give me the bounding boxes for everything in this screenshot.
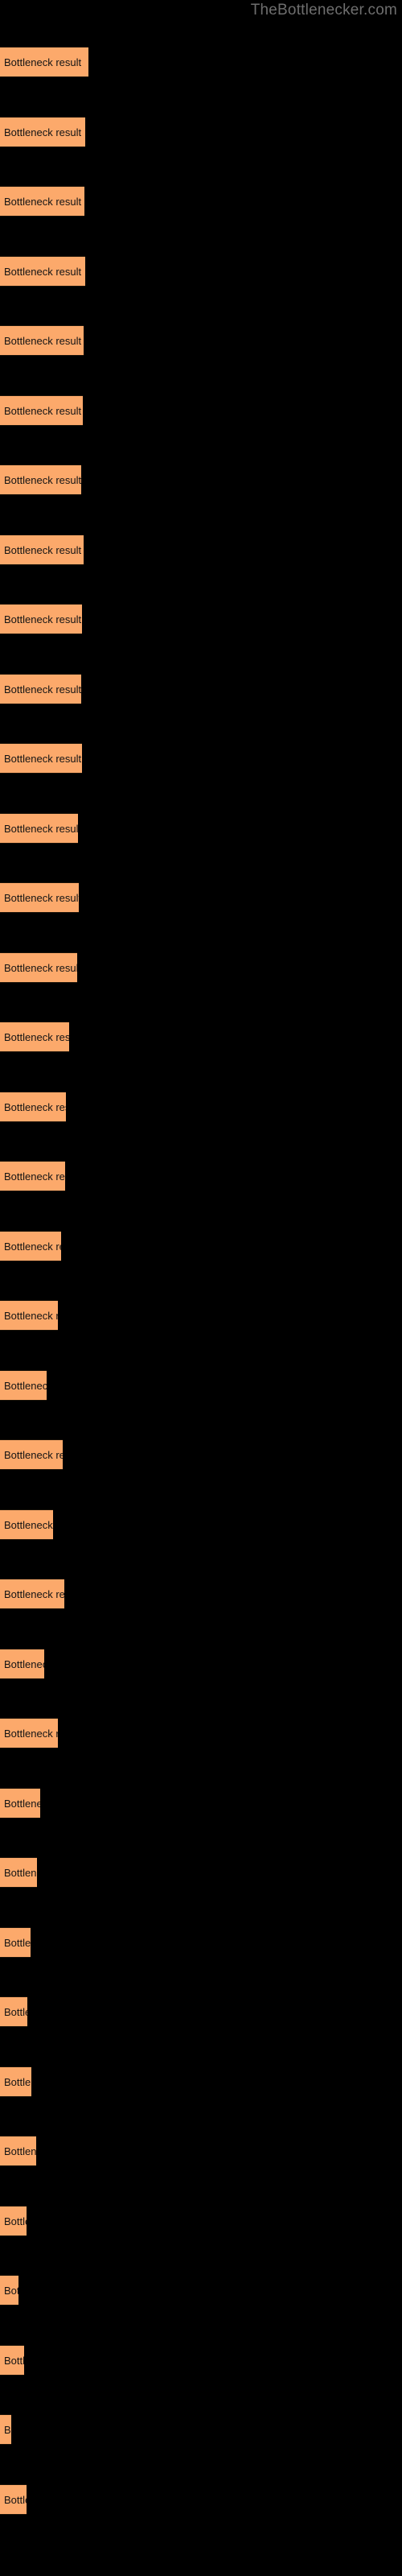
bar-2[interactable]: Bottleneck result [0,116,85,147]
bar-label: Bottleneck result [4,1449,63,1461]
bar-28[interactable]: Bottleneck result [0,1926,31,1958]
bar-label: Bottleneck result [4,1379,47,1392]
bar-label: Bottleneck result [4,961,77,974]
bar-8[interactable]: Bottleneck result [0,534,84,565]
bar-24[interactable]: Bottleneck result [0,1648,44,1679]
bottleneck-bar-chart: TheBottlenecker.com Bottleneck result Bot… [0,0,402,2576]
bar-label: Bottleneck result [4,1797,40,1810]
bar-35[interactable]: Bottleneck result [0,2414,11,2445]
bar-label: Bottleneck result [4,1240,61,1253]
bar-label: Bottleneck result [4,1518,53,1531]
bar-label: Bottleneck result [4,335,82,347]
bar-12[interactable]: Bottleneck result [0,812,78,844]
bar-10[interactable]: Bottleneck result [0,673,81,704]
bar-22[interactable]: Bottleneck result [0,1509,53,1540]
bar-label: Bottleneck result [4,404,82,417]
bar-label: Bottleneck result [4,822,78,835]
bar-label: Bottleneck result [4,1867,37,1879]
bar-17[interactable]: Bottleneck result [0,1161,65,1191]
bar-29[interactable]: Bottleneck result [0,1996,27,2027]
bar-label: Bottleneck result [4,1728,58,1740]
bar-1[interactable]: Bottleneck result [0,47,88,77]
bar-36[interactable]: Bottleneck result [0,2483,27,2515]
bar-label: Bottleneck result [4,2354,24,2367]
bar-18[interactable]: Bottleneck result [0,1230,61,1261]
bar-label: Bottleneck result [4,613,82,625]
bar-33[interactable]: Bottleneck result [0,2275,18,2306]
bar-13[interactable]: Bottleneck result [0,882,79,913]
bar-label: Bottleneck result [4,1100,66,1113]
bar-32[interactable]: Bottleneck result [0,2205,27,2236]
bar-31[interactable]: Bottleneck result [0,2136,36,2166]
bar-label: Bottleneck result [4,196,82,208]
bar-label: Bottleneck result [4,683,81,696]
bar-34[interactable]: Bottleneck result [0,2344,24,2376]
bar-21[interactable]: Bottleneck result [0,1439,63,1470]
bar-label: Bottleneck result [4,2424,11,2436]
bar-label: Bottleneck result [4,2493,27,2506]
bar-label: Bottleneck result [4,2006,27,2018]
bar-23[interactable]: Bottleneck result [0,1579,64,1609]
bar-16[interactable]: Bottleneck result [0,1091,66,1122]
bar-label: Bottleneck result [4,56,82,68]
bar-25[interactable]: Bottleneck result [0,1718,58,1748]
bar-27[interactable]: Bottleneck result [0,1857,37,1888]
bar-label: Bottleneck result [4,1310,58,1322]
bar-label: Bottleneck result [4,543,82,556]
bar-26[interactable]: Bottleneck result [0,1787,40,1818]
bars-layer: Bottleneck result Bottleneck result Bottle… [0,0,402,2576]
bar-11[interactable]: Bottleneck result [0,743,82,774]
bar-4[interactable]: Bottleneck result [0,255,85,287]
bar-label: Bottleneck result [4,1031,69,1043]
bar-label: Bottleneck result [4,474,81,486]
bar-label: Bottleneck result [4,1588,64,1600]
bar-label: Bottleneck result [4,2145,36,2157]
bar-label: Bottleneck result [4,1936,31,1949]
bar-7[interactable]: Bottleneck result [0,464,81,495]
bar-label: Bottleneck result [4,126,82,138]
bar-label: Bottleneck result [4,753,82,765]
bar-30[interactable]: Bottleneck result [0,2066,31,2097]
bar-6[interactable]: Bottleneck result [0,394,83,426]
bar-3[interactable]: Bottleneck result [0,186,84,217]
bar-15[interactable]: Bottleneck result [0,1022,69,1052]
bar-label: Bottleneck result [4,265,82,278]
bar-19[interactable]: Bottleneck result [0,1300,58,1331]
bar-label: Bottleneck result [4,2215,27,2227]
bar-label: Bottleneck result [4,1657,44,1670]
bar-label: Bottleneck result [4,1170,65,1183]
bar-label: Bottleneck result [4,892,79,904]
bar-9[interactable]: Bottleneck result [0,604,82,634]
bar-label: Bottleneck result [4,2285,18,2297]
bar-20[interactable]: Bottleneck result [0,1369,47,1401]
bar-14[interactable]: Bottleneck result [0,952,77,983]
bar-5[interactable]: Bottleneck result [0,325,84,356]
bar-label: Bottleneck result [4,2075,31,2088]
